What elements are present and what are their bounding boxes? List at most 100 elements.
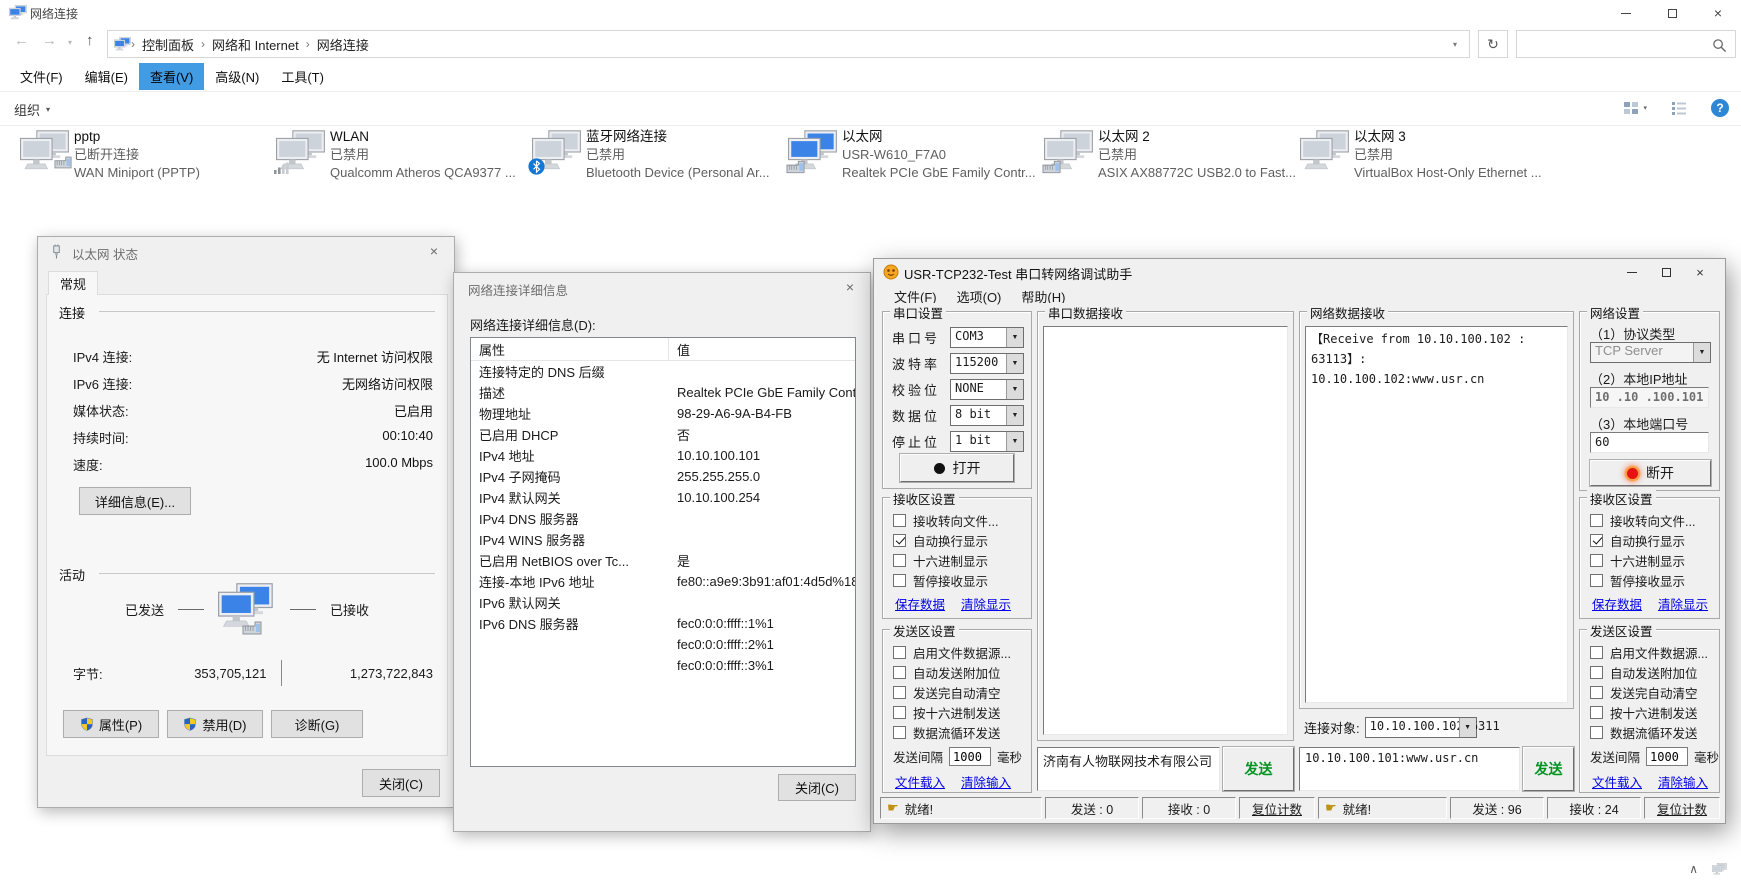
parity-select[interactable]: NONE▼ [950,379,1024,400]
organize-button[interactable]: 组织 ▾ [14,100,50,119]
checkbox-clear-after-send-net[interactable]: 发送完自动清空 [1580,682,1719,702]
adapter-ethernet[interactable]: 以太网 USR-W610_F7A0 Realtek PCIe GbE Famil… [788,126,1040,186]
checkbox-icon [1590,514,1603,527]
history-dropdown-icon[interactable]: ▾ [68,38,72,47]
checkbox-hex-display[interactable]: 十六进制显示 [883,550,1031,570]
adapter-ethernet-2[interactable]: 以太网 2 已禁用 ASIX AX88772C USB2.0 to Fast..… [1044,126,1296,186]
stop-bits-select[interactable]: 1 bit▼ [950,431,1024,452]
help-button[interactable]: ? [1711,99,1729,117]
menu-view[interactable]: 查看(V) [139,63,204,90]
checkbox-auto-append[interactable]: 自动发送附加位 [883,662,1031,682]
maximize-button[interactable] [1649,262,1683,282]
clear-input-link-net[interactable]: 清除输入 [1658,772,1708,791]
checkbox-recv-to-file-net[interactable]: 接收转向文件... [1580,510,1719,530]
menu-tools[interactable]: 工具(T) [270,63,335,90]
clear-display-link-net[interactable]: 清除显示 [1658,594,1708,613]
column-value[interactable]: 值 [669,340,690,359]
close-dialog-button[interactable]: 关闭(C) [778,774,856,801]
close-dialog-button[interactable]: 关闭(C) [362,769,440,797]
minimize-button[interactable] [1615,262,1649,282]
serial-send-button[interactable]: 发送 [1223,747,1294,791]
adapter-ethernet-3[interactable]: 以太网 3 已禁用 VirtualBox Host-Only Ethernet … [1300,126,1552,186]
baud-rate-select[interactable]: 115200▼ [950,353,1024,374]
tray-chevron-icon[interactable]: ∧ [1689,862,1698,876]
menu-file[interactable]: 文件(F) [9,63,74,90]
protocol-select[interactable]: TCP Server ▼ [1590,342,1711,363]
close-button[interactable]: × [1695,0,1741,26]
checkbox-send-hex-net[interactable]: 按十六进制发送 [1580,702,1719,722]
column-property[interactable]: 属性 [471,338,669,360]
save-data-link[interactable]: 保存数据 [895,594,945,613]
interval-input-net[interactable] [1646,747,1688,766]
checkbox-clear-after-send[interactable]: 发送完自动清空 [883,682,1031,702]
close-button[interactable]: × [830,273,870,301]
data-bits-select[interactable]: 8 bit▼ [950,405,1024,426]
checkbox-auto-append-net[interactable]: 自动发送附加位 [1580,662,1719,682]
dash-icon [290,609,316,610]
checkbox-auto-wrap-net[interactable]: 自动换行显示 [1580,530,1719,550]
adapter-wlan[interactable]: WLAN 已禁用 Qualcomm Atheros QCA9377 ... [276,126,528,186]
serial-settings-group: 串口设置 串口号 COM3▼ 波特率 115200▼ 校验位 NONE▼ 数据位… [882,311,1032,489]
details-list[interactable]: 属性 值 连接特定的 DNS 后缀 描述Realtek PCIe GbE Fam… [470,337,856,767]
net-send-input[interactable]: 10.10.100.101:www.usr.cn [1299,747,1520,791]
diagnose-button[interactable]: 诊断(G) [271,710,363,738]
closed-indicator-icon [934,463,945,474]
clear-input-link[interactable]: 清除输入 [961,772,1011,791]
serial-reset-counter-button[interactable]: 复位计数 [1239,797,1315,819]
checkbox-file-source-net[interactable]: 启用文件数据源... [1580,642,1719,662]
open-serial-button[interactable]: 打开 [900,454,1014,482]
checkbox-pause-recv[interactable]: 暂停接收显示 [883,570,1031,590]
close-button[interactable]: × [414,237,454,265]
local-port-input[interactable]: 60 [1590,432,1709,453]
adapter-pptp[interactable]: pptp 已断开连接 WAN Miniport (PPTP) [20,126,272,186]
load-file-link[interactable]: 文件载入 [895,772,945,791]
menu-advanced[interactable]: 高级(N) [204,63,270,90]
wifi-signal-icon [274,162,290,174]
up-icon[interactable]: ↑ [86,32,94,49]
load-file-link-net[interactable]: 文件载入 [1592,772,1642,791]
net-recv-area[interactable]: 【Receive from 10.10.100.102 : 63113】: 10… [1305,326,1568,703]
chevron-down-icon: ▾ [46,105,50,114]
breadcrumb-network-and-internet[interactable]: 网络和 Internet [205,35,306,54]
search-input[interactable] [1516,30,1736,58]
address-bar[interactable]: › 控制面板 › 网络和 Internet › 网络连接 ▾ [107,30,1470,58]
properties-button[interactable]: 属性(P) [63,710,159,738]
details-button[interactable]: 详细信息(E)... [79,487,191,515]
close-button[interactable]: × [1683,262,1717,282]
serial-recv-area[interactable] [1043,326,1288,735]
address-dropdown-icon[interactable]: ▾ [1447,40,1463,49]
checkbox-hex-display-net[interactable]: 十六进制显示 [1580,550,1719,570]
net-reset-counter-button[interactable]: 复位计数 [1644,797,1720,819]
maximize-button[interactable] [1649,0,1695,26]
details-view-icon[interactable] [1671,100,1687,116]
forward-icon[interactable]: → [42,32,57,49]
interval-input[interactable] [949,747,991,766]
checkbox-auto-wrap[interactable]: 自动换行显示 [883,530,1031,550]
save-data-link-net[interactable]: 保存数据 [1592,594,1642,613]
checkbox-pause-recv-net[interactable]: 暂停接收显示 [1580,570,1719,590]
disconnect-button[interactable]: 断开 [1590,460,1711,486]
refresh-button[interactable]: ↻ [1478,30,1508,58]
net-send-button[interactable]: 发送 [1523,747,1574,791]
menu-edit[interactable]: 编辑(E) [74,63,139,90]
checkbox-loop-send-net[interactable]: 数据流循环发送 [1580,722,1719,742]
back-icon[interactable]: ← [14,32,29,49]
menu-options[interactable]: 选项(O) [947,285,1012,307]
tab-general[interactable]: 常规 [48,271,98,295]
breadcrumb-control-panel[interactable]: 控制面板 [135,35,201,54]
clear-display-link[interactable]: 清除显示 [961,594,1011,613]
checkbox-send-hex[interactable]: 按十六进制发送 [883,702,1031,722]
checkbox-file-source[interactable]: 启用文件数据源... [883,642,1031,662]
tray-display-icon[interactable] [1712,863,1727,876]
checkbox-loop-send[interactable]: 数据流循环发送 [883,722,1031,742]
breadcrumb-network-connections[interactable]: 网络连接 [310,35,376,54]
checkbox-recv-to-file[interactable]: 接收转向文件... [883,510,1031,530]
local-ip-input[interactable]: 10 .10 .100.101 [1590,387,1709,408]
connect-target-select[interactable]: 10.10.100.102:6311 ▼ [1365,717,1477,738]
minimize-button[interactable] [1603,0,1649,26]
change-view-button[interactable]: ▾ [1623,100,1647,116]
adapter-bluetooth[interactable]: 蓝牙网络连接 已禁用 Bluetooth Device (Personal Ar… [532,126,784,186]
serial-send-input[interactable]: 济南有人物联网技术有限公司 [1037,747,1220,791]
disable-button[interactable]: 禁用(D) [167,710,263,738]
serial-port-select[interactable]: COM3▼ [950,327,1024,348]
